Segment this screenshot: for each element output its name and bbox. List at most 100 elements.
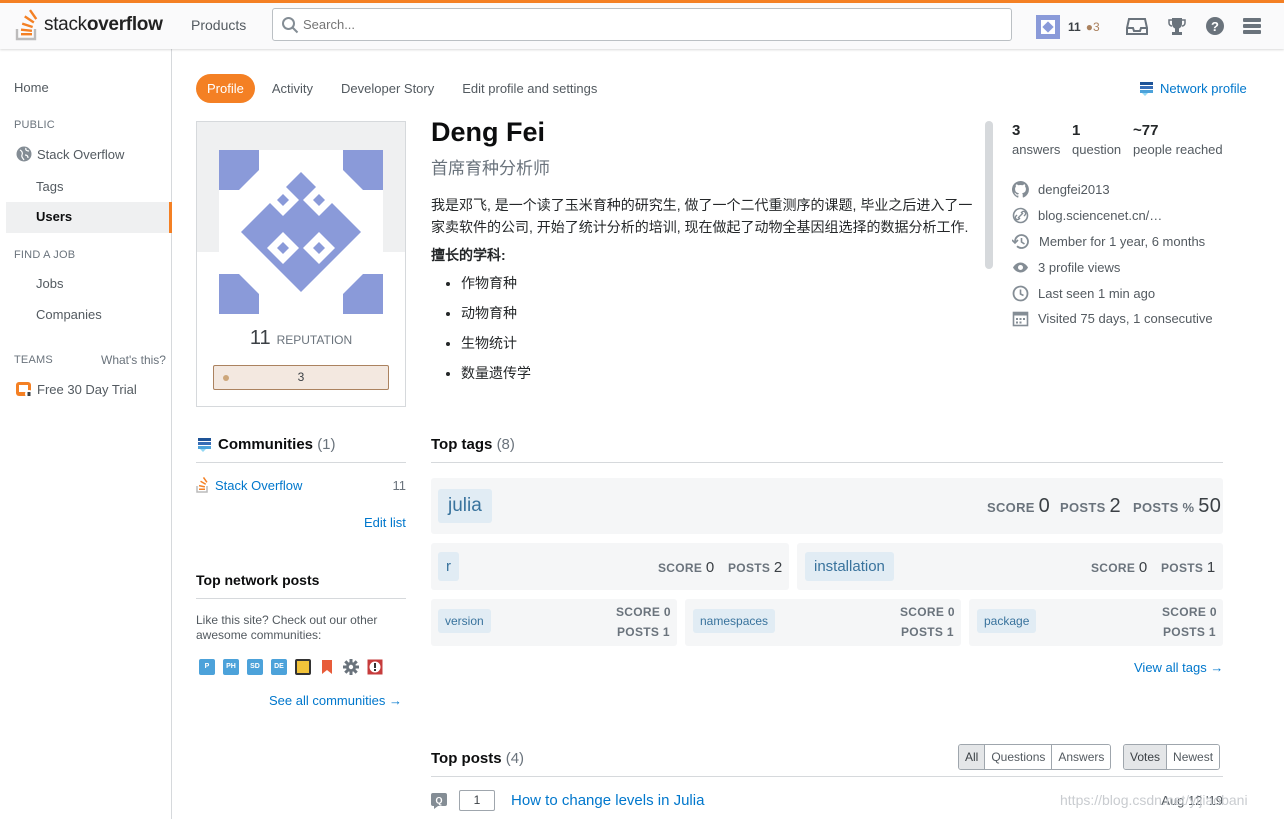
bookmark-site-icon[interactable] — [319, 659, 335, 675]
info-website[interactable]: blog.sciencenet.cn/… — [1012, 207, 1162, 224]
top-bar: stackoverflow Products 11 ●3 ? — [0, 0, 1284, 49]
philosophy-site-icon[interactable]: PH — [223, 659, 239, 675]
community-name: Stack Overflow — [215, 477, 303, 493]
info-github[interactable]: dengfei2013 — [1012, 181, 1110, 198]
community-icons: P PH SD DE — [199, 659, 383, 675]
search-input[interactable] — [303, 9, 1003, 40]
tag-installation-posts: POSTS 1 — [1161, 559, 1216, 576]
tag-r-posts: POSTS 2 — [728, 559, 783, 576]
info-last-seen: Last seen 1 min ago — [1012, 285, 1155, 302]
profile-tabs: Profile Activity Developer Story Edit pr… — [196, 74, 614, 103]
sort-newest[interactable]: Newest — [1166, 745, 1220, 769]
member-for-text: Member for 1 year, 6 months — [1039, 234, 1206, 249]
info-member-for: Member for 1 year, 6 months — [1012, 233, 1205, 250]
tab-developer-story[interactable]: Developer Story — [330, 74, 445, 103]
whats-this-link[interactable]: What's this? — [101, 353, 166, 367]
tag-version[interactable]: version — [438, 609, 491, 633]
bio-scrollbar[interactable] — [985, 121, 993, 269]
community-reputation: 11 — [392, 477, 407, 493]
stackoverflow-logo[interactable]: stackoverflow — [14, 9, 163, 41]
github-icon — [1012, 181, 1029, 198]
bio-list-item: 数量遗传学 — [461, 362, 975, 384]
see-all-communities-link[interactable]: See all communities → — [269, 693, 402, 708]
reputation-value: 11 — [249, 327, 271, 349]
nav-tags[interactable]: Tags — [36, 179, 63, 194]
inbox-icon[interactable] — [1126, 16, 1148, 36]
tag-installation[interactable]: installation — [805, 552, 894, 581]
nav-companies[interactable]: Companies — [36, 307, 102, 322]
bio-list-item: 作物育种 — [461, 272, 975, 294]
user-title: 首席育种分析师 — [431, 159, 550, 178]
view-all-tags-link[interactable]: View all tags → — [1134, 660, 1223, 675]
stackoverflow-icon — [196, 477, 208, 493]
sd-site-icon[interactable]: SD — [247, 659, 263, 675]
teams-icon — [16, 382, 33, 398]
top-tags-title: Top tags (8) — [431, 436, 515, 453]
search-box[interactable] — [272, 8, 1012, 41]
stat-questions-value: 1 — [1072, 122, 1081, 139]
visited-text: Visited 75 days, 1 consecutive — [1038, 311, 1213, 326]
physics-site-icon[interactable]: P — [199, 659, 215, 675]
tag-julia-score: SCORE 0 — [987, 495, 1051, 517]
post-votes: 1 — [459, 790, 495, 811]
alert-site-icon[interactable] — [367, 659, 383, 675]
top-posts-title: Top posts (4) — [431, 750, 524, 767]
tab-activity[interactable]: Activity — [261, 74, 324, 103]
stat-answers: 3 answers — [1012, 122, 1060, 157]
help-icon[interactable]: ? — [1205, 16, 1225, 36]
achievements-icon[interactable] — [1167, 16, 1187, 36]
tab-edit-profile[interactable]: Edit profile and settings — [451, 74, 608, 103]
website-url: blog.sciencenet.cn/… — [1038, 208, 1163, 223]
tab-profile[interactable]: Profile — [196, 74, 255, 103]
tag-row-package: package SCORE 0 POSTS 1 — [969, 599, 1223, 646]
bio-list-item: 生物统计 — [461, 332, 975, 354]
yellow-site-icon[interactable] — [295, 659, 311, 675]
gear-site-icon[interactable] — [343, 659, 359, 675]
communities-count: (1) — [317, 436, 336, 453]
nav-find-job-header: FIND A JOB — [14, 249, 76, 261]
nav-public-header: PUBLIC — [14, 119, 55, 131]
tag-package[interactable]: package — [977, 609, 1037, 633]
nav-jobs[interactable]: Jobs — [36, 276, 63, 291]
filter-answers[interactable]: Answers — [1051, 745, 1111, 769]
free-trial-link[interactable]: Free 30 Day Trial — [15, 380, 137, 398]
nav-stack-overflow-label: Stack Overflow — [37, 146, 125, 162]
topbar-bronze-badges: ●3 — [1085, 20, 1100, 34]
nav-home[interactable]: Home — [14, 80, 49, 95]
edit-list-link[interactable]: Edit list — [364, 515, 406, 530]
de-site-icon[interactable]: DE — [271, 659, 287, 675]
site-switcher-icon[interactable] — [1243, 16, 1261, 36]
stat-reached-value: ~77 — [1133, 122, 1159, 139]
nav-users[interactable]: Users — [6, 202, 172, 233]
user-bio: 我是邓飞, 是一个读了玉米育种的研究生, 做了一个二代重测序的课题, 毕业之后进… — [431, 194, 975, 400]
history-icon — [1012, 234, 1029, 249]
profile-avatar — [219, 150, 383, 314]
stat-reached: ~77 people reached — [1133, 122, 1223, 157]
products-menu[interactable]: Products — [191, 17, 246, 33]
tag-namespaces[interactable]: namespaces — [693, 609, 776, 633]
reputation-display: 11 REPUTATION — [197, 327, 405, 350]
community-row[interactable]: Stack Overflow 11 — [196, 477, 406, 493]
filter-all[interactable]: All — [959, 745, 985, 769]
sort-votes[interactable]: Votes — [1124, 745, 1167, 769]
network-profile-link[interactable]: Network profile — [1140, 81, 1247, 96]
filter-questions[interactable]: Questions — [984, 745, 1052, 769]
tag-package-score: SCORE 0 — [1162, 605, 1217, 619]
post-title-link[interactable]: How to change levels in Julia — [511, 792, 704, 809]
bronze-badge-bar[interactable]: 3 — [213, 365, 389, 390]
tag-julia[interactable]: julia — [438, 489, 492, 523]
info-visited: Visited 75 days, 1 consecutive — [1012, 310, 1213, 327]
stat-reached-label: people reached — [1133, 142, 1223, 157]
nav-stack-overflow[interactable]: Stack Overflow — [16, 146, 124, 162]
user-card[interactable]: 11 ●3 — [1036, 15, 1100, 39]
bio-list-item: 动物育种 — [461, 302, 975, 324]
bio-heading: 擅长的学科: — [431, 247, 506, 263]
tag-r[interactable]: r — [438, 552, 459, 581]
stat-answers-value: 3 — [1012, 122, 1021, 139]
calendar-icon — [1012, 311, 1029, 327]
post-type-filter: All Questions Answers — [958, 744, 1112, 770]
link-icon — [1012, 207, 1029, 224]
badge-count: 3 — [297, 370, 305, 384]
nav-teams-header: TEAMS — [14, 354, 53, 366]
tag-version-posts: POSTS 1 — [617, 625, 670, 639]
